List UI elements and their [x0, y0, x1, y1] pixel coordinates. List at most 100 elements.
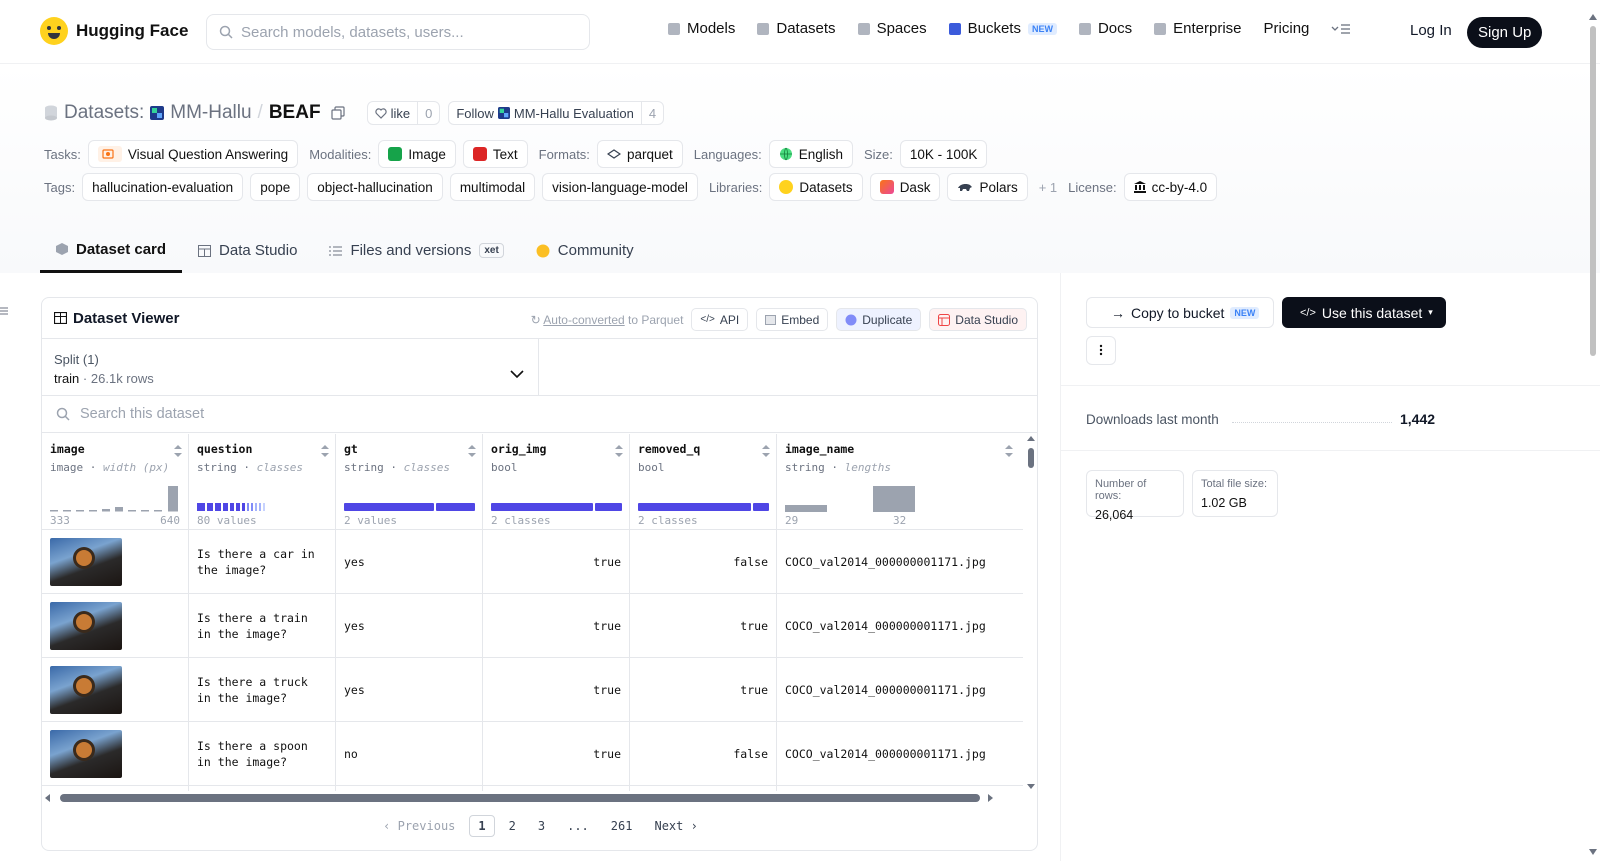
table-cell-question[interactable]: Is there a train in the image?	[189, 594, 335, 658]
nav-buckets[interactable]: Buckets NEW	[948, 20, 1057, 37]
use-dataset-button[interactable]: </> Use this dataset ▾	[1282, 297, 1446, 328]
signup-button[interactable]: Sign Up	[1467, 17, 1543, 48]
api-button[interactable]: </> API	[691, 308, 749, 331]
tab-community[interactable]: Community	[520, 228, 650, 273]
embed-button[interactable]: Embed	[756, 308, 829, 331]
modality-image-tag[interactable]: Image	[378, 140, 456, 168]
chevron-down-icon[interactable]	[510, 370, 524, 379]
page-button[interactable]: 261	[603, 816, 641, 836]
table-cell-removed-q[interactable]: true	[630, 658, 776, 722]
library-datasets-tag[interactable]: Datasets	[769, 173, 863, 201]
modality-text-tag[interactable]: Text	[462, 140, 528, 168]
row-thumbnail[interactable]	[50, 537, 122, 586]
table-cell-image[interactable]	[42, 722, 188, 786]
license-tag[interactable]: cc-by-4.0	[1123, 173, 1218, 201]
table-cell-image-name[interactable]: COCO_val2014_000000001171.jpg	[777, 722, 1023, 786]
table-cell-gt[interactable]: yes	[336, 658, 482, 722]
library-dask-tag[interactable]: Dask	[869, 173, 941, 201]
dataset-search[interactable]	[42, 396, 1037, 433]
tab-files-versions[interactable]: Files and versions xet	[313, 228, 519, 273]
dataset-name[interactable]: BEAF	[269, 102, 321, 124]
table-cell-orig-img[interactable]: true	[483, 658, 629, 722]
login-link[interactable]: Log In	[1410, 22, 1452, 39]
copy-to-bucket-button[interactable]: → Copy to bucket NEW	[1086, 297, 1274, 328]
language-tag[interactable]: English	[768, 140, 853, 168]
table-cell-image-name[interactable]: COCO_val2014_000000001171.jpg	[777, 530, 1023, 594]
more-menu-button[interactable]	[1331, 23, 1351, 35]
row-thumbnail[interactable]	[50, 601, 122, 650]
table-cell-image-name[interactable]: COCO_val2014_000000001171.jpg	[777, 594, 1023, 658]
page-button[interactable]: 1	[469, 815, 495, 837]
nav-enterprise[interactable]: Enterprise	[1154, 20, 1242, 37]
library-polars-tag[interactable]: Polars	[947, 173, 1028, 201]
like-button[interactable]: like 0	[366, 101, 441, 125]
page-scrollbar[interactable]	[1586, 0, 1600, 861]
nav-datasets[interactable]: Datasets	[757, 20, 836, 37]
nav-pricing[interactable]: Pricing	[1264, 20, 1310, 37]
collapse-toc-icon[interactable]	[0, 303, 8, 319]
nav-models[interactable]: Models	[668, 20, 735, 37]
table-cell-gt[interactable]: no	[336, 722, 482, 786]
sort-icon[interactable]	[762, 445, 770, 457]
table-cell-gt[interactable]: yes	[336, 530, 482, 594]
more-options-button[interactable]	[1086, 336, 1116, 365]
table-vertical-scrollbar[interactable]	[1024, 434, 1038, 791]
data-studio-button[interactable]: Data Studio	[929, 308, 1027, 331]
table-cell-removed-q[interactable]: false	[630, 530, 776, 594]
table-cell-image[interactable]	[42, 530, 188, 594]
dataset-search-input[interactable]	[80, 406, 580, 422]
page-button[interactable]: 2	[501, 816, 524, 836]
row-thumbnail[interactable]	[50, 729, 122, 778]
tag-item[interactable]: hallucination-evaluation	[82, 173, 244, 201]
tag-item[interactable]: vision-language-model	[542, 173, 698, 201]
table-cell-question[interactable]: Is there a spoon in the image?	[189, 722, 335, 786]
previous-page-button[interactable]: ‹ Previous	[375, 816, 463, 836]
hugging-face-logo[interactable]: Hugging Face	[40, 17, 188, 45]
sort-icon[interactable]	[615, 445, 623, 457]
column-header[interactable]: image image · width (px) 333 640	[42, 434, 188, 530]
table-cell-question[interactable]: Is there a truck in the image?	[189, 658, 335, 722]
org-link[interactable]: MM-Hallu	[170, 102, 251, 124]
nav-spaces[interactable]: Spaces	[857, 20, 927, 37]
next-page-button[interactable]: Next ›	[646, 816, 705, 836]
nav-docs[interactable]: Docs	[1078, 20, 1132, 37]
page-button[interactable]: 3	[530, 816, 553, 836]
libraries-more[interactable]: + 1	[1039, 180, 1057, 195]
table-cell-question[interactable]: Is there a car in the image?	[189, 530, 335, 594]
table-cell-image[interactable]	[42, 594, 188, 658]
table-cell-removed-q[interactable]: false	[630, 722, 776, 786]
size-tag[interactable]: 10K - 100K	[899, 140, 988, 168]
sort-icon[interactable]	[468, 445, 476, 457]
column-header[interactable]: orig_img bool 2 classes	[483, 434, 629, 530]
table-cell-orig-img[interactable]: true	[483, 530, 629, 594]
table-cell-image[interactable]	[42, 658, 188, 722]
format-tag[interactable]: parquet	[596, 140, 683, 168]
tag-item[interactable]: pope	[250, 173, 301, 201]
tag-item[interactable]: object-hallucination	[307, 173, 443, 201]
global-search[interactable]	[206, 14, 590, 50]
table-horizontal-scrollbar[interactable]	[42, 791, 1023, 805]
sort-icon[interactable]	[321, 445, 329, 457]
column-header[interactable]: removed_q bool 2 classes	[630, 434, 776, 530]
row-thumbnail[interactable]	[50, 665, 122, 714]
copy-icon[interactable]	[330, 106, 345, 120]
table-cell-orig-img[interactable]: true	[483, 594, 629, 658]
datasets-prefix[interactable]: Datasets:	[64, 102, 144, 124]
follow-button[interactable]: Follow MM-Hallu Evaluation 4	[448, 101, 665, 125]
column-header[interactable]: image_name string · lengths 29 32	[777, 434, 1023, 530]
table-cell-removed-q[interactable]: true	[630, 594, 776, 658]
table-cell-orig-img[interactable]: true	[483, 722, 629, 786]
sort-icon[interactable]	[174, 445, 182, 457]
tab-data-studio[interactable]: Data Studio	[182, 228, 313, 273]
table-cell-image-name[interactable]: COCO_val2014_000000001171.jpg	[777, 658, 1023, 722]
global-search-input[interactable]	[241, 23, 561, 41]
column-header[interactable]: gt string · classes 2 values	[336, 434, 482, 530]
duplicate-button[interactable]: Duplicate	[836, 308, 922, 331]
table-cell-gt[interactable]: yes	[336, 594, 482, 658]
split-selector[interactable]: Split (1) train · 26.1k rows	[42, 339, 1037, 396]
sort-icon[interactable]	[1005, 445, 1013, 457]
auto-converted-link[interactable]: Auto-converted	[543, 313, 624, 327]
tab-dataset-card[interactable]: Dataset card	[40, 228, 183, 273]
tag-item[interactable]: multimodal	[449, 173, 536, 201]
task-tag[interactable]: Visual Question Answering	[87, 140, 299, 168]
